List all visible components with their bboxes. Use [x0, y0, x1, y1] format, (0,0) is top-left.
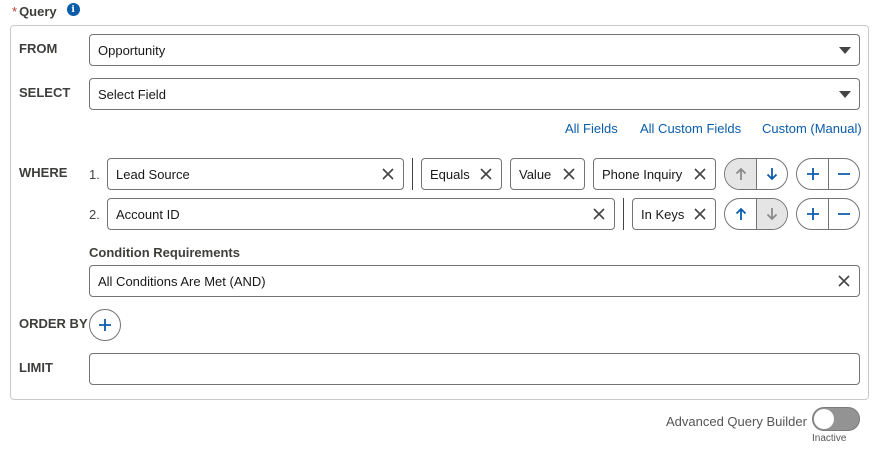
- chevron-down-icon: [839, 47, 851, 54]
- condition-index: 1.: [89, 167, 100, 182]
- query-title: Query: [19, 4, 57, 19]
- condition-2-add-remove-group: [796, 198, 860, 230]
- condition-index: 2.: [89, 207, 100, 222]
- advanced-query-builder-label: Advanced Query Builder: [666, 414, 807, 429]
- condition-2-operator: In Keys: [641, 206, 685, 222]
- condition-1-value-type-pill[interactable]: Value: [510, 158, 585, 190]
- limit-label: LIMIT: [19, 360, 53, 375]
- condition-1-operator: Equals: [430, 166, 470, 182]
- condition-1-field: Lead Source: [116, 166, 190, 182]
- close-icon[interactable]: [592, 207, 606, 221]
- add-icon: [98, 318, 112, 332]
- from-value: Opportunity: [98, 42, 166, 58]
- from-combobox[interactable]: Opportunity: [89, 34, 860, 66]
- condition-1-value: Phone Inquiry: [602, 166, 683, 182]
- arrow-up-icon[interactable]: [725, 199, 756, 229]
- minus-icon[interactable]: [828, 199, 859, 229]
- condition-2-operator-pill[interactable]: In Keys: [632, 198, 716, 230]
- condition-1-field-pill[interactable]: Lead Source: [107, 158, 404, 190]
- condition-1-operator-pill[interactable]: Equals: [421, 158, 502, 190]
- condition-2-field-pill[interactable]: Account ID: [107, 198, 615, 230]
- toggle-status: Inactive: [812, 433, 847, 444]
- close-icon[interactable]: [693, 207, 707, 221]
- close-icon[interactable]: [837, 274, 851, 288]
- query-header: * Query i: [12, 3, 80, 19]
- select-value: Select Field: [98, 86, 166, 102]
- divider: [412, 158, 413, 190]
- select-field-combobox[interactable]: Select Field: [89, 78, 860, 110]
- arrow-up-icon[interactable]: [725, 159, 756, 189]
- custom-manual-link[interactable]: Custom (Manual): [762, 121, 862, 136]
- condition-1-reorder-group: [724, 158, 788, 190]
- order-by-label: ORDER BY: [19, 316, 88, 331]
- close-icon[interactable]: [693, 167, 707, 181]
- all-custom-fields-link[interactable]: All Custom Fields: [640, 121, 741, 136]
- add-icon[interactable]: [797, 159, 828, 189]
- condition-requirements-label: Condition Requirements: [89, 245, 240, 260]
- condition-1-add-remove-group: [796, 158, 860, 190]
- where-label: WHERE: [19, 165, 68, 180]
- required-mark: *: [12, 4, 18, 19]
- arrow-down-icon[interactable]: [756, 159, 787, 189]
- condition-1-value-pill[interactable]: Phone Inquiry: [593, 158, 716, 190]
- condition-requirements-combobox[interactable]: All Conditions Are Met (AND): [89, 265, 860, 297]
- select-label: SELECT: [19, 85, 71, 100]
- arrow-down-icon[interactable]: [756, 199, 787, 229]
- info-icon[interactable]: i: [66, 3, 80, 16]
- condition-1-value-type: Value: [519, 166, 552, 182]
- toggle-knob: [814, 409, 834, 429]
- minus-icon[interactable]: [828, 159, 859, 189]
- add-order-by-button[interactable]: [89, 309, 121, 341]
- close-icon[interactable]: [562, 167, 576, 181]
- condition-2-field: Account ID: [116, 206, 180, 222]
- close-icon[interactable]: [381, 167, 395, 181]
- add-icon[interactable]: [797, 199, 828, 229]
- advanced-query-builder-toggle[interactable]: [812, 407, 860, 431]
- all-fields-link[interactable]: All Fields: [565, 121, 618, 136]
- condition-requirements-value: All Conditions Are Met (AND): [98, 273, 266, 289]
- condition-2-reorder-group: [724, 198, 788, 230]
- chevron-down-icon: [839, 91, 851, 98]
- limit-input[interactable]: [89, 353, 860, 385]
- from-label: FROM: [19, 41, 58, 56]
- divider: [623, 198, 624, 230]
- close-icon[interactable]: [479, 167, 493, 181]
